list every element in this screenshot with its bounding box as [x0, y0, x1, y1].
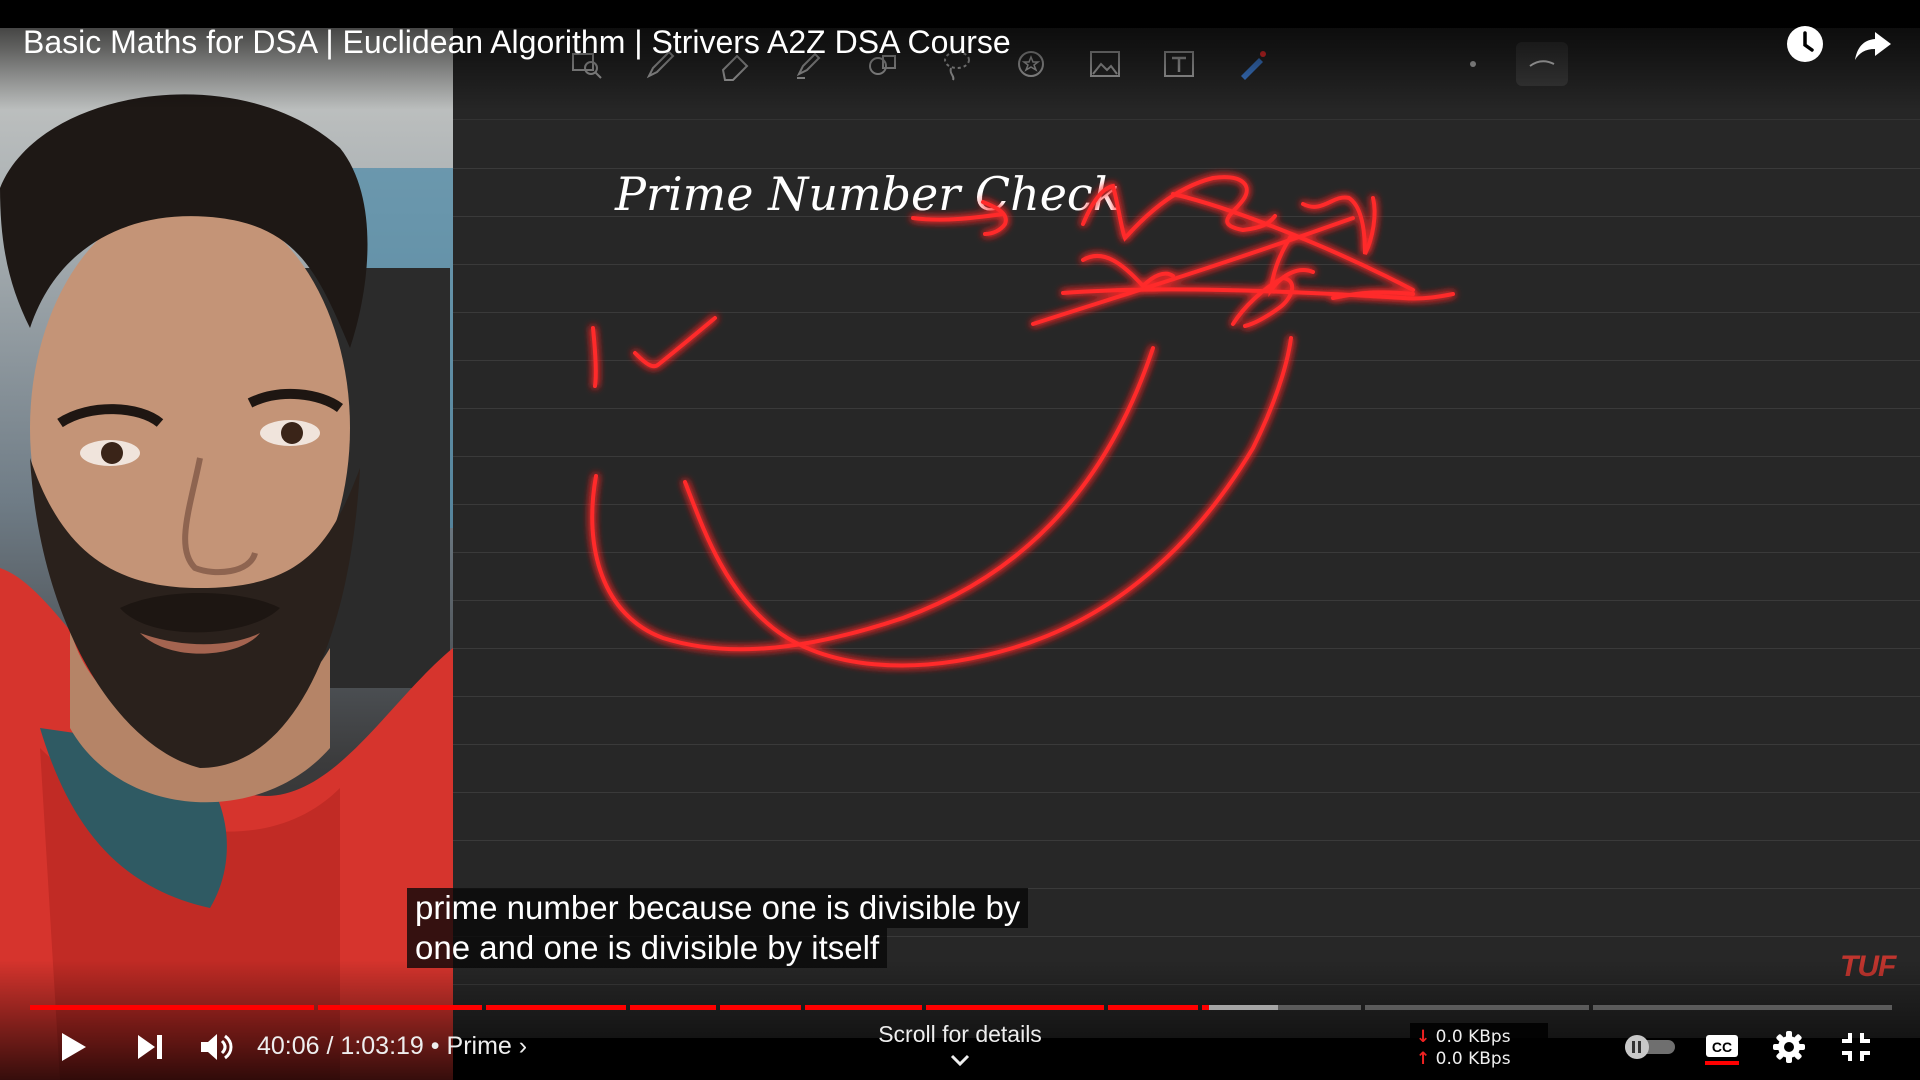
share-arrow-icon: [1855, 32, 1891, 60]
played-fill: [486, 1005, 626, 1010]
download-arrow-icon: ↓: [1416, 1027, 1431, 1047]
download-rate: ↓ 0.0 KBps: [1416, 1027, 1511, 1047]
network-stats-overlay: ↓ 0.0 KBps ↑ 0.0 KBps: [1410, 1023, 1548, 1072]
webcam-feed: [0, 28, 453, 1080]
exit-fullscreen-icon: [1842, 1033, 1870, 1061]
gear-icon: [1773, 1031, 1805, 1063]
played-fill: [318, 1005, 482, 1010]
board-heading: Prime Number Check: [614, 167, 1121, 221]
chapter-segment[interactable]: [1108, 1005, 1198, 1010]
volume-icon: [201, 1034, 233, 1060]
mute-button[interactable]: [192, 1023, 240, 1071]
progress-bar[interactable]: [30, 1005, 1892, 1010]
settings-button[interactable]: [1765, 1023, 1813, 1071]
video-player[interactable]: Prime Number Check TUF Basic Maths for D…: [0, 0, 1920, 1080]
played-fill: [1202, 1005, 1209, 1010]
clock-icon: [1787, 26, 1823, 62]
chapter-segment[interactable]: [1202, 1005, 1361, 1010]
chapter-separator: •: [430, 1032, 440, 1060]
caption-line-1: prime number because one is divisible by: [407, 888, 1029, 928]
chapter-segment[interactable]: [1593, 1005, 1892, 1010]
red-annotations: [590, 175, 1455, 668]
chapter-segment[interactable]: [630, 1005, 716, 1010]
checkmark: [633, 316, 717, 369]
video-title[interactable]: Basic Maths for DSA | Euclidean Algorith…: [23, 24, 1011, 61]
chapter-segment[interactable]: [486, 1005, 626, 1010]
upload-arrow-icon: ↑: [1416, 1049, 1431, 1069]
next-icon: [138, 1035, 162, 1059]
watch-later-button[interactable]: [1783, 22, 1827, 66]
svg-text:CC: CC: [1712, 1039, 1732, 1055]
played-fill: [720, 1005, 801, 1010]
played-fill: [1108, 1005, 1198, 1010]
scroll-for-details[interactable]: Scroll for details: [860, 1021, 1060, 1048]
buffered-fill: [1202, 1005, 1278, 1010]
chapter-segment[interactable]: [318, 1005, 482, 1010]
subtitles-button[interactable]: CC: [1698, 1023, 1746, 1071]
handwritten-notes: Prime Number Check: [590, 167, 1455, 668]
chevron-down-icon[interactable]: [947, 1050, 973, 1070]
time-separator: /: [326, 1032, 341, 1060]
digit-one-mark: [591, 326, 598, 388]
cc-icon: CC: [1705, 1035, 1739, 1065]
n-letter-2: [1231, 275, 1295, 328]
chapter-segment[interactable]: [720, 1005, 801, 1010]
time-display: 40:06 / 1:03:19 • Prime ›: [257, 1032, 527, 1061]
share-button[interactable]: [1851, 22, 1895, 66]
played-fill: [926, 1005, 1104, 1010]
presenter-image: [0, 94, 453, 1080]
play-button[interactable]: [49, 1023, 97, 1071]
chapter-segment[interactable]: [30, 1005, 314, 1010]
played-fill: [30, 1005, 314, 1010]
autoplay-toggle-icon: [1625, 1035, 1675, 1059]
chapter-segment[interactable]: [805, 1005, 922, 1010]
chapter-segment[interactable]: [1365, 1005, 1589, 1010]
next-button[interactable]: [126, 1023, 174, 1071]
play-icon: [62, 1033, 86, 1061]
played-fill: [630, 1005, 716, 1010]
autoplay-toggle[interactable]: [1622, 1023, 1678, 1071]
curve-two: [683, 336, 1293, 668]
chapter-chevron-icon[interactable]: ›: [519, 1032, 527, 1060]
chapter-segment[interactable]: [926, 1005, 1104, 1010]
current-time: 40:06: [257, 1032, 320, 1060]
captions-window: prime number because one is divisible by…: [407, 888, 1029, 968]
itself-text: [1301, 195, 1377, 255]
chapter-title[interactable]: Prime: [447, 1032, 512, 1060]
exit-fullscreen-button[interactable]: [1832, 1023, 1880, 1071]
whiteboard: Prime Number Check: [453, 28, 1920, 1038]
played-fill: [805, 1005, 922, 1010]
duration: 1:03:19: [340, 1032, 424, 1060]
upload-rate: ↑ 0.0 KBps: [1416, 1049, 1511, 1069]
curve-one: [590, 346, 1155, 652]
